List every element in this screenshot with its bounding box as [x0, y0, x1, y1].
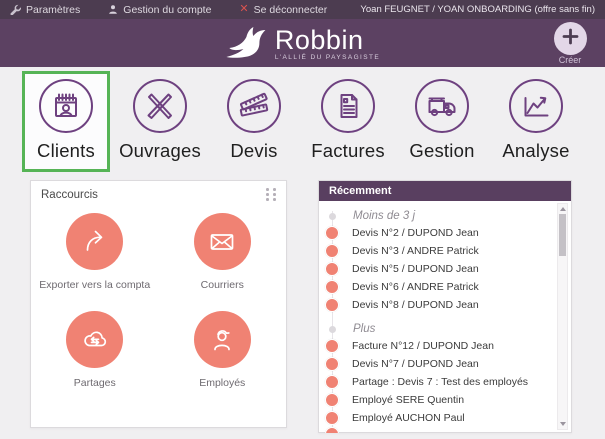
calendar-person-icon	[39, 79, 93, 133]
nav-item-devis[interactable]: Devis	[210, 71, 298, 172]
grid-dots-icon[interactable]	[266, 188, 278, 201]
logout-label: Se déconnecter	[253, 3, 328, 16]
app-window: Paramètres Gestion du compte ✕ Se déconn…	[0, 0, 605, 439]
scroll-down-icon[interactable]	[559, 422, 566, 426]
user-icon	[108, 4, 118, 15]
logout-button[interactable]: ✕ Se déconnecter	[239, 4, 327, 16]
item-dot-icon	[325, 280, 339, 294]
truck-icon	[415, 79, 469, 133]
list-item[interactable]: Partage : Devis 7 : Test des employés	[325, 373, 551, 391]
nav-item-ouvrages[interactable]: Ouvrages	[116, 71, 204, 172]
nav-label: Devis	[230, 140, 278, 161]
robbin-logo: Robbin L'ALLIÉ DU PAYSAGISTE	[225, 24, 380, 65]
item-dot-icon	[325, 226, 339, 240]
list-item[interactable]: Facture N°12 / DUPOND Jean	[325, 337, 551, 355]
item-dot-icon	[325, 411, 339, 425]
share-arrow-icon	[66, 213, 124, 270]
recent-group-header: Plus	[325, 321, 551, 337]
item-dot-icon	[325, 244, 339, 258]
nav-item-analyse[interactable]: Analyse	[492, 71, 580, 172]
group-dot-icon	[329, 325, 336, 333]
list-item-partial-dot	[325, 427, 339, 433]
group-dot-icon	[329, 212, 336, 220]
item-label: Devis N°7 / DUPOND Jean	[352, 358, 479, 370]
folding-ruler-icon	[227, 79, 281, 133]
recent-header: Récemment	[319, 181, 571, 201]
brand-name: Robbin	[274, 25, 364, 56]
item-label: Employé SERE Quentin	[352, 394, 465, 406]
recent-group-header: Moins de 3 j	[325, 208, 551, 224]
params-label: Paramètres	[26, 3, 81, 16]
list-item[interactable]: Devis N°5 / DUPOND Jean	[325, 260, 551, 278]
nav-label: Analyse	[502, 140, 570, 161]
shortcut-employes[interactable]: Employés	[159, 305, 287, 389]
account-label: Gestion du compte	[123, 3, 212, 16]
envelope-icon	[193, 213, 251, 270]
scroll-up-icon[interactable]	[559, 207, 566, 211]
item-label: Facture N°12 / DUPOND Jean	[352, 340, 494, 352]
nav-label: Clients	[37, 140, 95, 161]
user-info: Yoan FEUGNET / YOAN ONBOARDING (offre sa…	[360, 4, 595, 15]
shortcut-courriers[interactable]: Courriers	[159, 207, 287, 291]
wrench-icon	[10, 4, 21, 15]
cloud-sync-icon	[66, 311, 124, 368]
list-item[interactable]: Devis N°8 / DUPOND Jean	[325, 296, 551, 314]
shears-icon	[133, 79, 187, 133]
item-dot-icon	[325, 357, 339, 371]
shortcut-label: Exporter vers la compta	[39, 279, 151, 291]
create-label: Créer	[558, 55, 582, 65]
nav-label: Gestion	[409, 140, 475, 161]
employee-icon	[193, 311, 251, 368]
item-label: Devis N°2 / DUPOND Jean	[352, 227, 479, 239]
nav-item-gestion[interactable]: Gestion	[398, 71, 486, 172]
item-label: Devis N°5 / DUPOND Jean	[352, 263, 479, 275]
item-label: Devis N°8 / DUPOND Jean	[352, 299, 479, 311]
item-dot-icon	[325, 262, 339, 276]
list-item[interactable]: Devis N°7 / DUPOND Jean	[325, 355, 551, 373]
params-button[interactable]: Paramètres	[10, 4, 80, 16]
bird-icon	[225, 24, 269, 65]
scrollbar[interactable]	[557, 203, 568, 430]
item-dot-icon	[325, 339, 339, 353]
item-label: Employé AUCHON Paul	[352, 412, 465, 424]
topbar: Paramètres Gestion du compte ✕ Se déconn…	[0, 0, 605, 19]
item-label: Devis N°3 / ANDRE Patrick	[352, 245, 479, 257]
list-item[interactable]: Devis N°3 / ANDRE Patrick	[325, 242, 551, 260]
list-item[interactable]: Devis N°6 / ANDRE Patrick	[325, 278, 551, 296]
shortcut-label: Partages	[73, 377, 116, 389]
item-label: Devis N°6 / ANDRE Patrick	[352, 281, 479, 293]
main-nav: Clients Ouvrages Devis Factures Gestion …	[22, 71, 583, 172]
nav-item-factures[interactable]: Factures	[304, 71, 392, 172]
close-icon: ✕	[239, 3, 249, 15]
shortcut-label: Employés	[199, 377, 246, 389]
plus-icon	[562, 28, 579, 50]
item-dot-icon	[325, 393, 339, 407]
nav-label: Factures	[311, 140, 385, 161]
account-button[interactable]: Gestion du compte	[108, 4, 211, 16]
item-label: Partage : Devis 7 : Test des employés	[352, 376, 529, 388]
invoice-icon	[321, 79, 375, 133]
chart-arrow-icon	[509, 79, 563, 133]
list-item[interactable]: Devis N°2 / DUPOND Jean	[325, 224, 551, 242]
scroll-thumb[interactable]	[559, 214, 566, 256]
shortcut-export-compta[interactable]: Exporter vers la compta	[31, 207, 159, 291]
recent-panel: Récemment Moins de 3 j Devis N°2 / DUPON…	[318, 180, 572, 433]
header: Robbin L'ALLIÉ DU PAYSAGISTE Créer	[0, 19, 605, 67]
shortcut-partages[interactable]: Partages	[31, 305, 159, 389]
create-button[interactable]: Créer	[547, 22, 593, 65]
brand-tagline: L'ALLIÉ DU PAYSAGISTE	[274, 54, 381, 62]
nav-item-clients[interactable]: Clients	[22, 71, 110, 172]
item-dot-icon	[325, 298, 339, 312]
list-item[interactable]: Employé AUCHON Paul	[325, 409, 551, 427]
shortcuts-title: Raccourcis	[41, 189, 98, 201]
shortcut-label: Courriers	[200, 279, 244, 291]
shortcuts-panel: Raccourcis Exporter vers la compta Courr…	[30, 180, 287, 428]
list-item[interactable]: Employé SERE Quentin	[325, 391, 551, 409]
item-dot-icon	[325, 375, 339, 389]
nav-label: Ouvrages	[119, 140, 201, 161]
recent-list: Moins de 3 j Devis N°2 / DUPOND Jean Dev…	[319, 201, 571, 433]
